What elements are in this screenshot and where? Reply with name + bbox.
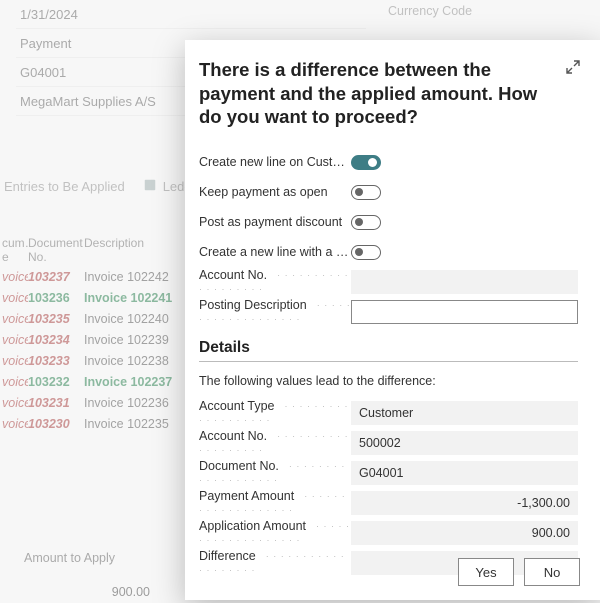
cell-docno: 103237 <box>28 270 84 284</box>
cell-docno: 103234 <box>28 333 84 347</box>
th-cume2: e <box>2 250 9 264</box>
d-pay-amt-label: Payment Amount <box>199 489 351 517</box>
cell-docno: 103235 <box>28 312 84 326</box>
th-cume: cum… <box>2 236 28 250</box>
cell-desc: Invoice 102239 <box>84 333 194 347</box>
difference-modal: There is a difference between the paymen… <box>185 40 600 600</box>
posting-desc-label: Posting Description <box>199 298 351 326</box>
cell-type: voice <box>0 354 28 368</box>
opt-create-gl-label: Create a new line with a G… <box>199 245 351 259</box>
cell-type: voice <box>0 312 28 326</box>
bg-date-field: 1/31/2024 <box>16 0 366 29</box>
d-app-amt-label: Application Amount <box>199 519 351 547</box>
th-docno: Document No. <box>28 236 84 264</box>
opt-keep-open-label: Keep payment as open <box>199 185 351 199</box>
d-app-amt-value: 900.00 <box>351 521 578 545</box>
cell-type: voice <box>0 375 28 389</box>
opt-post-discount-label: Post as payment discount <box>199 215 351 229</box>
cell-type: voice <box>0 333 28 347</box>
footer-amount-value: 900.00 <box>24 585 154 599</box>
no-button[interactable]: No <box>524 558 580 586</box>
cell-desc: Invoice 102237 <box>84 375 194 389</box>
expand-icon[interactable] <box>564 58 582 76</box>
currency-code-label: Currency Code <box>388 4 472 18</box>
cell-type: voice <box>0 270 28 284</box>
d-pay-amt-value: -1,300.00 <box>351 491 578 515</box>
cell-type: voice <box>0 396 28 410</box>
d-account-type-label: Account Type <box>199 399 351 427</box>
cell-desc: Invoice 102236 <box>84 396 194 410</box>
d-doc-no-value: G04001 <box>351 461 578 485</box>
cell-docno: 103233 <box>28 354 84 368</box>
cell-desc: Invoice 102242 <box>84 270 194 284</box>
tab-entries[interactable]: Entries to Be Applied <box>4 179 125 194</box>
account-no-readonly <box>351 270 578 294</box>
cell-desc: Invoice 102240 <box>84 312 194 326</box>
opt-create-new-line-label: Create new line on Custo… <box>199 155 351 169</box>
toggle-create-gl[interactable] <box>351 245 381 260</box>
ledger-icon <box>143 178 157 195</box>
yes-button[interactable]: Yes <box>458 558 514 586</box>
details-note: The following values lead to the differe… <box>199 374 578 388</box>
details-header: Details <box>199 339 578 362</box>
d-account-no-value: 500002 <box>351 431 578 455</box>
toggle-post-discount[interactable] <box>351 215 381 230</box>
d-account-no-label: Account No. <box>199 429 351 457</box>
cell-desc: Invoice 102238 <box>84 354 194 368</box>
cell-type: voice <box>0 291 28 305</box>
cell-desc: Invoice 102235 <box>84 417 194 431</box>
cell-docno: 103236 <box>28 291 84 305</box>
th-desc: Description <box>84 236 194 250</box>
d-doc-no-label: Document No. <box>199 459 351 487</box>
cell-type: voice <box>0 417 28 431</box>
cell-desc: Invoice 102241 <box>84 291 194 305</box>
cell-docno: 103231 <box>28 396 84 410</box>
cell-docno: 103232 <box>28 375 84 389</box>
posting-desc-input[interactable] <box>351 300 578 324</box>
toggle-keep-open[interactable] <box>351 185 381 200</box>
modal-title: There is a difference between the paymen… <box>199 58 578 129</box>
cell-docno: 103230 <box>28 417 84 431</box>
d-account-type-value: Customer <box>351 401 578 425</box>
toggle-create-new-line[interactable] <box>351 155 381 170</box>
account-no-label: Account No. <box>199 268 351 296</box>
footer-amount-label: Amount to Apply <box>24 551 154 565</box>
d-diff-label: Difference <box>199 549 351 577</box>
